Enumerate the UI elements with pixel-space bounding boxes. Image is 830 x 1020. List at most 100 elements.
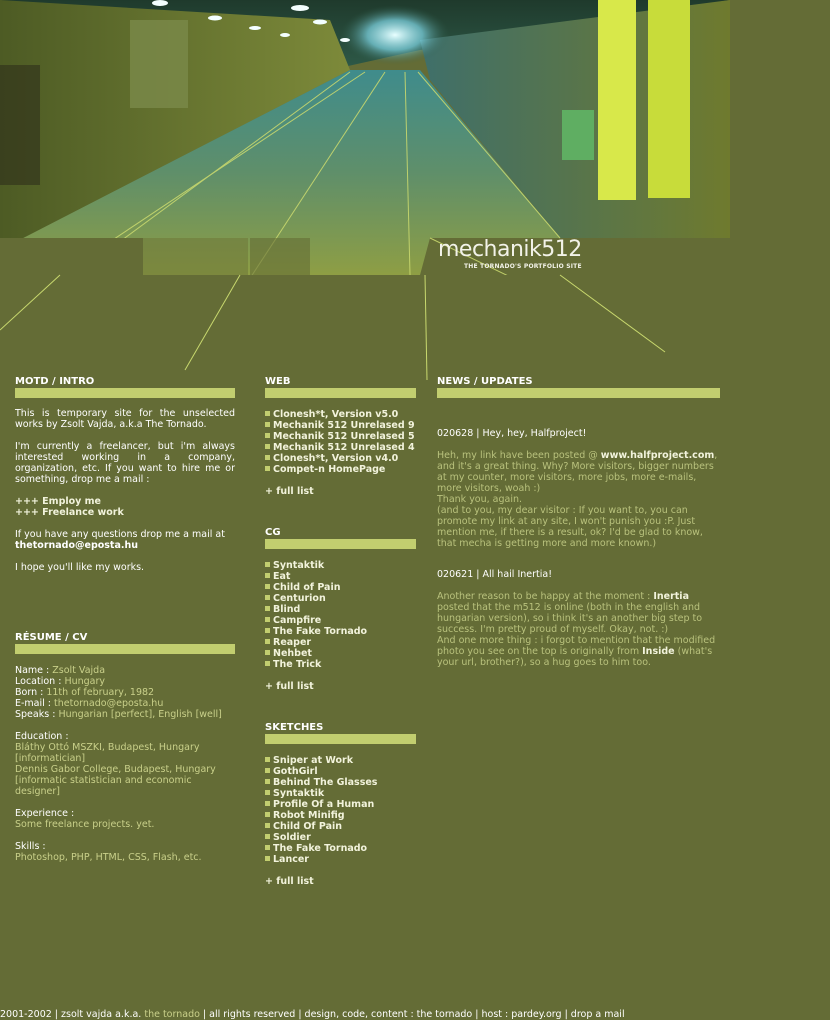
location-value: Hungary <box>64 676 106 687</box>
experience-value: Some freelance projects. yet. <box>15 819 155 830</box>
sketches-full-list-link[interactable]: + full list <box>265 876 416 887</box>
born-value: 11th of february, 1982 <box>46 687 155 698</box>
sketches-list: Sniper at Work GothGirl Behind The Glass… <box>265 755 416 865</box>
bullet-square-icon <box>265 411 270 416</box>
list-item[interactable]: The Trick <box>265 659 416 670</box>
list-item[interactable]: Soldier <box>265 832 416 843</box>
motd-paragraph-1: This is temporary site for the unselecte… <box>15 408 235 430</box>
bullet-square-icon <box>265 595 270 600</box>
logo-text: mechanik512 <box>438 237 582 262</box>
halfproject-link[interactable]: www.halfproject.com <box>601 450 714 461</box>
web-full-list-link[interactable]: + full list <box>265 486 416 497</box>
cg-full-list-link[interactable]: + full list <box>265 681 416 692</box>
list-item[interactable]: Compet-n HomePage <box>265 464 416 475</box>
list-item[interactable]: Syntaktik <box>265 560 416 571</box>
experience-label: Experience : <box>15 808 75 819</box>
news-item-body: Another reason to be happy at the moment… <box>437 591 703 635</box>
skills-value: Photoshop, PHP, HTML, CSS, Flash, etc. <box>15 852 202 863</box>
bullet-square-icon <box>265 790 270 795</box>
list-item[interactable]: Profile Of a Human <box>265 799 416 810</box>
resume-title: RÉSUME / CV <box>15 632 88 643</box>
news-item-body-line: Thank you, again. <box>437 494 523 505</box>
right-column: NEWS / UPDATES 020628 | Hey, hey, Halfpr… <box>437 376 720 668</box>
list-item[interactable]: Mechanik 512 Unrelased 4 <box>265 442 416 453</box>
cg-title: CG <box>265 527 281 538</box>
bullet-square-icon <box>265 856 270 861</box>
bullet-square-icon <box>265 573 270 578</box>
section-divider-bar <box>265 734 416 744</box>
education-item-detail: [informatic statistician and economic de… <box>15 775 192 797</box>
speaks-label: Speaks : <box>15 709 56 720</box>
education-item: Bláthy Ottó MSZKI, Budapest, Hungary <box>15 742 200 753</box>
list-item[interactable]: GothGirl <box>265 766 416 777</box>
list-item[interactable]: Robot Minifig <box>265 810 416 821</box>
section-divider-bar <box>437 388 720 398</box>
bullet-square-icon <box>265 639 270 644</box>
bullet-square-icon <box>265 834 270 839</box>
name-label: Name : <box>15 665 50 676</box>
bullet-square-icon <box>265 584 270 589</box>
list-item[interactable]: The Fake Tornado <box>265 626 416 637</box>
born-label: Born : <box>15 687 44 698</box>
motd-paragraph-2: I'm currently a freelancer, but i'm alwa… <box>15 441 235 485</box>
bullet-square-icon <box>265 779 270 784</box>
list-item[interactable]: The Fake Tornado <box>265 843 416 854</box>
footer-tornado-link[interactable]: the tornado <box>144 1009 200 1020</box>
list-item[interactable]: Syntaktik <box>265 788 416 799</box>
news-item: 020628 | Hey, hey, Halfproject! Heh, my … <box>437 428 720 549</box>
site-logo[interactable]: mechanik512 THE TORNADO'S PORTFOLIO SITE <box>438 237 582 271</box>
left-column: MOTD / INTRO This is temporary site for … <box>15 376 235 863</box>
list-item[interactable]: Sniper at Work <box>265 755 416 766</box>
list-item[interactable]: Blind <box>265 604 416 615</box>
email-value[interactable]: thetornado@eposta.hu <box>54 698 163 709</box>
bullet-square-icon <box>265 650 270 655</box>
web-list: Clonesh*t, Version v5.0 Mechanik 512 Unr… <box>265 409 416 475</box>
section-divider-bar <box>265 539 416 549</box>
employ-me-link[interactable]: +++ Employ me <box>15 496 235 507</box>
bullet-square-icon <box>265 768 270 773</box>
web-title: WEB <box>265 376 291 387</box>
education-label: Education : <box>15 731 69 742</box>
bullet-square-icon <box>265 812 270 817</box>
bullet-square-icon <box>265 757 270 762</box>
list-item[interactable]: Nehbet <box>265 648 416 659</box>
list-item[interactable]: Behind The Glasses <box>265 777 416 788</box>
news-item-body-line: (and to you, my dear visitor : If you wa… <box>437 505 703 549</box>
section-divider-bar <box>15 644 235 654</box>
inertia-link[interactable]: Inertia <box>653 591 689 602</box>
skills-label: Skills : <box>15 841 46 852</box>
bullet-square-icon <box>265 823 270 828</box>
bullet-square-icon <box>265 455 270 460</box>
education-item: Dennis Gabor College, Budapest, Hungary <box>15 764 216 775</box>
news-title: NEWS / UPDATES <box>437 376 533 387</box>
list-item[interactable]: Reaper <box>265 637 416 648</box>
bullet-square-icon <box>265 606 270 611</box>
freelance-work-link[interactable]: +++ Freelance work <box>15 507 235 518</box>
motd-email-link[interactable]: thetornado@eposta.hu <box>15 540 138 551</box>
list-item[interactable]: Lancer <box>265 854 416 865</box>
bullet-square-icon <box>265 444 270 449</box>
list-item[interactable]: Clonesh*t, Version v4.0 <box>265 453 416 464</box>
header-tunnel-image <box>0 0 830 380</box>
list-item[interactable]: Eat <box>265 571 416 582</box>
speaks-value: Hungarian [perfect], English [well] <box>58 709 222 720</box>
bullet-square-icon <box>265 562 270 567</box>
logo-tagline: THE TORNADO'S PORTFOLIO SITE <box>463 263 582 270</box>
news-item: 020621 | All hail Inertia! Another reaso… <box>437 569 720 668</box>
bullet-square-icon <box>265 422 270 427</box>
list-item[interactable]: Child Of Pain <box>265 821 416 832</box>
news-item-body: Heh, my link have been posted @ www.half… <box>437 450 718 494</box>
list-item[interactable]: Campfire <box>265 615 416 626</box>
news-item-body-line: And one more thing : i forgot to mention… <box>437 635 716 668</box>
list-item[interactable]: Centurion <box>265 593 416 604</box>
bullet-square-icon <box>265 617 270 622</box>
bullet-square-icon <box>265 801 270 806</box>
list-item[interactable]: Mechanik 512 Unrelased 9 <box>265 420 416 431</box>
list-item[interactable]: Clonesh*t, Version v5.0 <box>265 409 416 420</box>
motd-paragraph-3: If you have any questions drop me a mail… <box>15 529 225 540</box>
bullet-square-icon <box>265 845 270 850</box>
list-item[interactable]: Mechanik 512 Unrelased 5 <box>265 431 416 442</box>
list-item[interactable]: Child of Pain <box>265 582 416 593</box>
inside-link[interactable]: Inside <box>642 646 674 657</box>
footer-text-rest: | all rights reserved | design, code, co… <box>199 1009 625 1020</box>
